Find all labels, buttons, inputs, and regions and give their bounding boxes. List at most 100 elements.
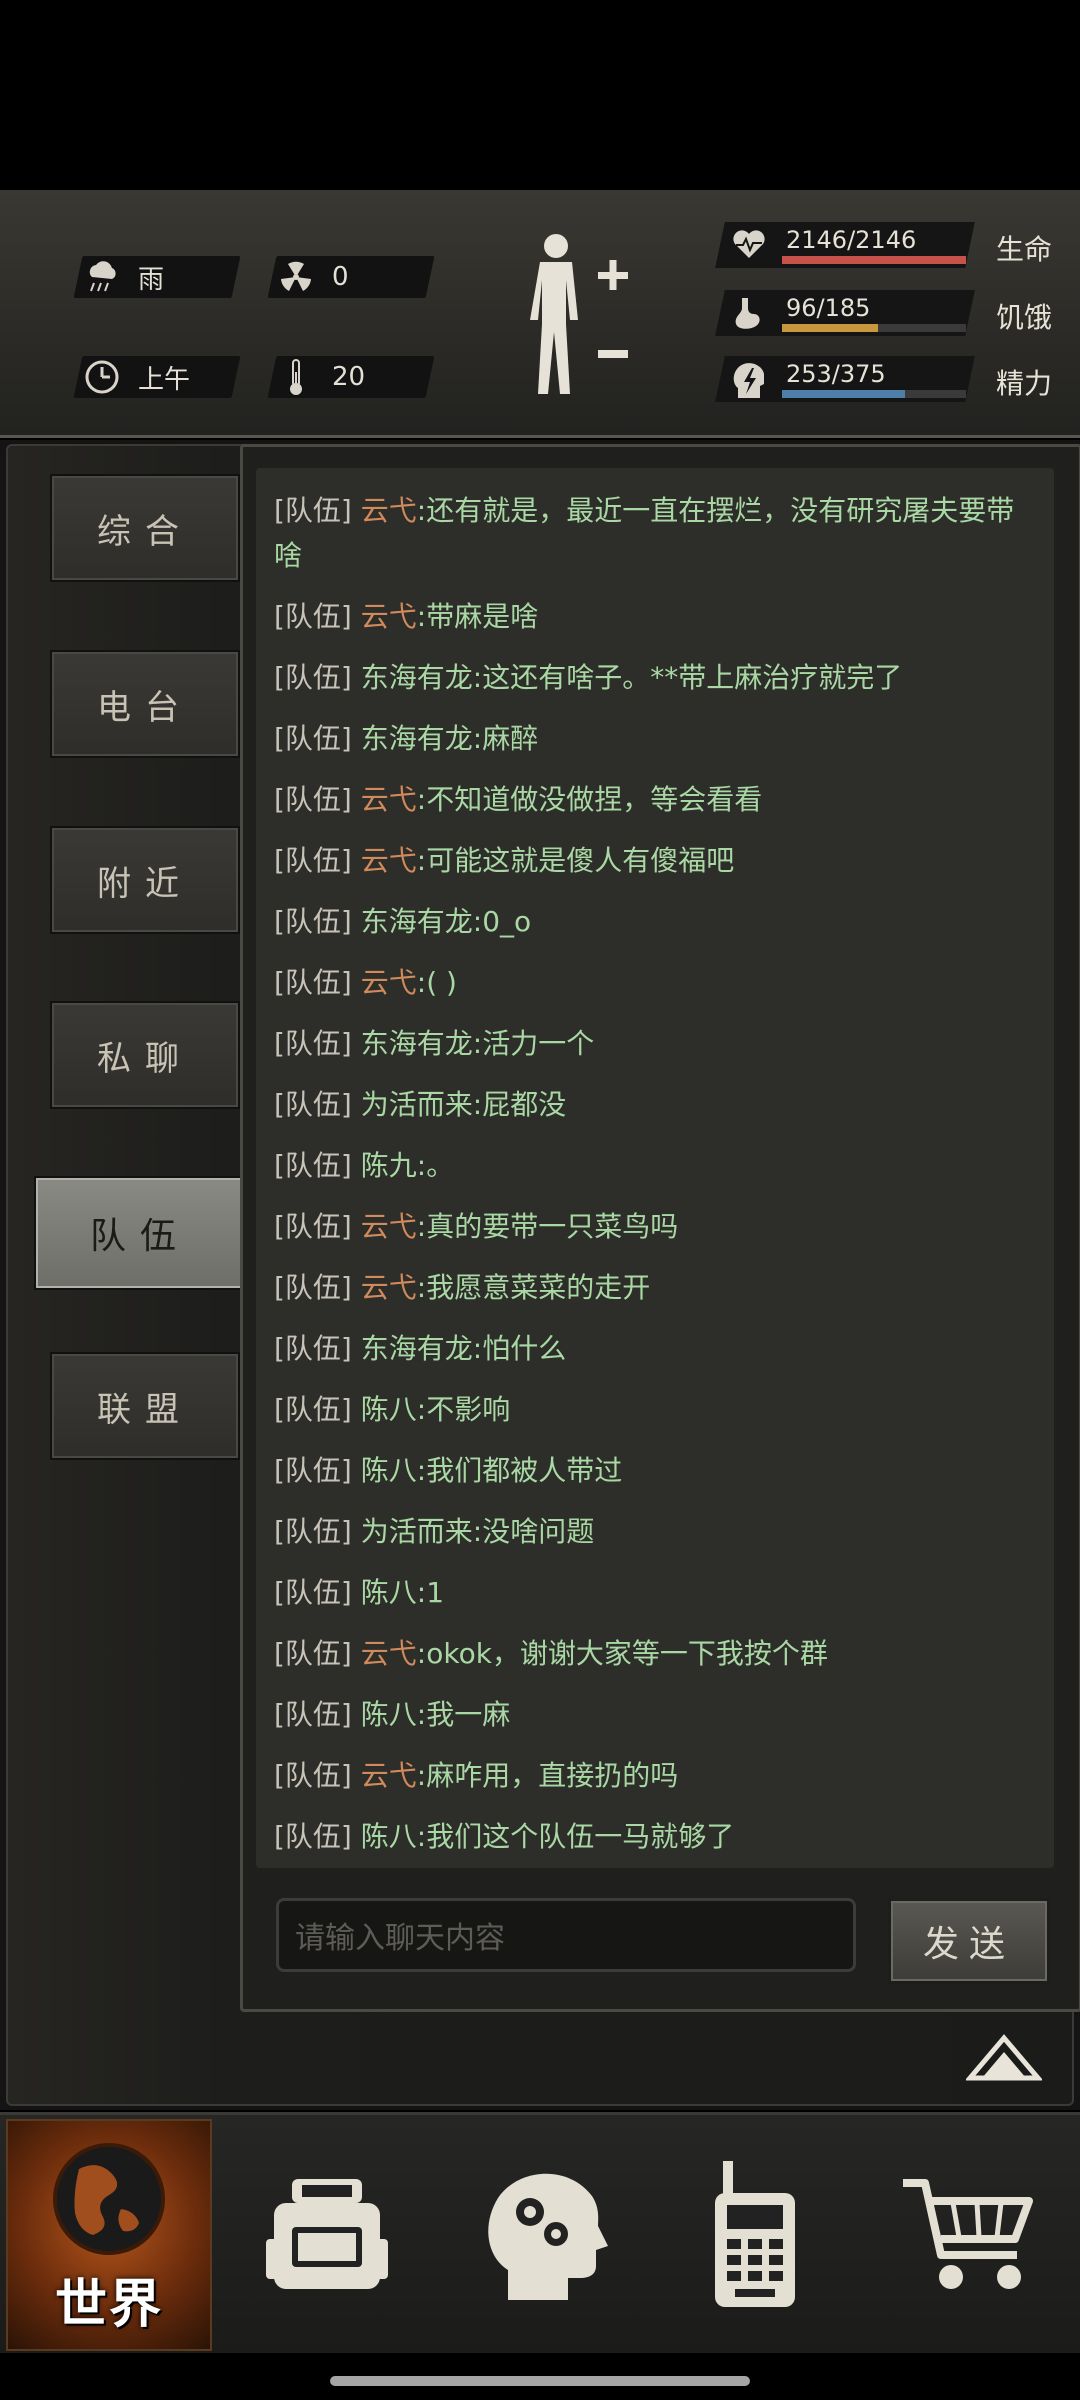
message-text: :okok，谢谢大家等一下我按个群 bbox=[416, 1637, 828, 1670]
message-channel: [队伍] bbox=[274, 1759, 352, 1792]
chat-message: [队伍] 为活而来:屁都没 bbox=[256, 1082, 1054, 1127]
message-channel: [队伍] bbox=[274, 844, 352, 877]
temperature-value: 20 bbox=[332, 362, 366, 392]
stomach-icon bbox=[732, 296, 766, 330]
message-sender[interactable]: 陈八 bbox=[361, 1820, 417, 1853]
message-channel: [队伍] bbox=[274, 1454, 352, 1487]
message-sender[interactable]: 云弋 bbox=[361, 494, 417, 527]
message-text: :我一麻 bbox=[416, 1698, 511, 1731]
message-sender[interactable]: 为活而来 bbox=[361, 1515, 473, 1548]
message-sender[interactable]: 云弋 bbox=[361, 1271, 417, 1304]
message-sender[interactable]: 云弋 bbox=[361, 966, 417, 999]
chat-message: [队伍] 云弋:还有就是，最近一直在摆烂，没有研究屠夫要带啥 bbox=[256, 488, 1054, 578]
chat-message-area[interactable]: [队伍] 云弋:还有就是，最近一直在摆烂，没有研究屠夫要带啥 [队伍] 云弋:带麻… bbox=[256, 468, 1054, 1868]
chat-message: [队伍] 云弋:( ) bbox=[256, 960, 1054, 1005]
message-sender[interactable]: 陈九 bbox=[361, 1149, 417, 1182]
chat-message: [队伍] 陈八:我们都被人带过 bbox=[256, 1448, 1054, 1493]
body-status-figure[interactable] bbox=[520, 232, 630, 402]
message-sender[interactable]: 为活而来 bbox=[361, 1088, 473, 1121]
nav-world-label: 世界 bbox=[54, 2275, 163, 2335]
message-channel: [队伍] bbox=[274, 783, 352, 816]
chat-message: [队伍] 东海有龙:这还有啥子。**带上麻治疗就完了 bbox=[256, 655, 1054, 700]
backpack-icon bbox=[266, 2179, 388, 2289]
energy-bar: 253/375 精力 bbox=[715, 356, 1060, 406]
message-text: :怕什么 bbox=[472, 1332, 567, 1365]
message-sender[interactable]: 陈八 bbox=[361, 1454, 417, 1487]
energy-fill bbox=[782, 390, 906, 398]
message-sender[interactable]: 东海有龙 bbox=[361, 722, 473, 755]
message-sender[interactable]: 云弋 bbox=[361, 1637, 417, 1670]
health-bar: 2146/2146 生命 bbox=[715, 222, 1060, 272]
nav-backpack[interactable] bbox=[232, 2115, 422, 2353]
send-button[interactable]: 发送 bbox=[888, 1898, 1050, 1984]
message-sender[interactable]: 陈八 bbox=[361, 1698, 417, 1731]
chat-message: [队伍] 陈九:。 bbox=[256, 1143, 1054, 1188]
energy-value: 253/375 bbox=[786, 360, 886, 388]
message-text: :( ) bbox=[416, 966, 457, 999]
message-text: :带麻是啥 bbox=[416, 600, 539, 633]
chat-message: [队伍] 陈八:我们这个队伍一马就够了 bbox=[256, 1814, 1054, 1859]
tab-alliance[interactable]: 联盟 bbox=[50, 1352, 240, 1460]
weather-chip: 雨 bbox=[73, 256, 241, 298]
tab-radio[interactable]: 电台 bbox=[50, 650, 240, 758]
tab-general[interactable]: 综合 bbox=[50, 474, 240, 582]
message-channel: [队伍] bbox=[274, 1088, 352, 1121]
message-sender[interactable]: 云弋 bbox=[361, 1210, 417, 1243]
hunger-value: 96/185 bbox=[786, 294, 871, 322]
chat-input[interactable]: 请输入聊天内容 bbox=[276, 1898, 856, 1972]
heart-icon bbox=[732, 228, 766, 262]
message-channel: [队伍] bbox=[274, 1332, 352, 1365]
thermometer-icon bbox=[272, 358, 320, 396]
message-channel: [队伍] bbox=[274, 1210, 352, 1243]
skills-head-icon bbox=[488, 2173, 608, 2300]
rain-cloud-icon bbox=[78, 261, 126, 293]
message-channel: [队伍] bbox=[274, 1637, 352, 1670]
message-channel: [队伍] bbox=[274, 966, 352, 999]
hunger-label: 饥饿 bbox=[996, 301, 1053, 334]
nav-skills[interactable] bbox=[448, 2115, 638, 2353]
message-text: :1 bbox=[416, 1576, 445, 1609]
tab-nearby[interactable]: 附近 bbox=[50, 826, 240, 934]
message-text: :屁都没 bbox=[472, 1088, 567, 1121]
message-channel: [队伍] bbox=[274, 722, 352, 755]
message-sender[interactable]: 云弋 bbox=[361, 844, 417, 877]
health-label: 生命 bbox=[996, 233, 1053, 266]
message-sender[interactable]: 东海有龙 bbox=[361, 661, 473, 694]
clock-icon bbox=[78, 359, 126, 395]
message-sender[interactable]: 陈八 bbox=[361, 1576, 417, 1609]
tab-private[interactable]: 私聊 bbox=[50, 1001, 240, 1109]
time-chip: 上午 bbox=[73, 356, 241, 398]
chat-message: [队伍] 东海有龙:0_o bbox=[256, 899, 1054, 944]
message-sender[interactable]: 云弋 bbox=[361, 600, 417, 633]
message-list: [队伍] 云弋:还有就是，最近一直在摆烂，没有研究屠夫要带啥 [队伍] 云弋:带麻… bbox=[256, 468, 1054, 1859]
energy-label: 精力 bbox=[996, 367, 1053, 400]
bottom-nav: 世界 bbox=[0, 2112, 1080, 2353]
radiation-value: 0 bbox=[332, 262, 349, 292]
message-text: :真的要带一只菜鸟吗 bbox=[416, 1210, 679, 1243]
status-panel: 雨 0 上午 20 2146/2146 生命 96/185 饥饿 253/375… bbox=[0, 190, 1080, 438]
chat-message: [队伍] 云弋:麻咋用，直接扔的吗 bbox=[256, 1753, 1054, 1798]
chat-message: [队伍] 云弋:可能这就是傻人有傻福吧 bbox=[256, 838, 1054, 883]
head-lightning-icon bbox=[732, 362, 766, 398]
message-sender[interactable]: 云弋 bbox=[361, 1759, 417, 1792]
message-sender[interactable]: 东海有龙 bbox=[361, 905, 473, 938]
message-channel: [队伍] bbox=[274, 494, 352, 527]
home-indicator[interactable] bbox=[330, 2376, 750, 2386]
nav-radio[interactable] bbox=[660, 2115, 850, 2353]
message-channel: [队伍] bbox=[274, 1271, 352, 1304]
message-text: :这还有啥子。**带上麻治疗就完了 bbox=[472, 661, 903, 694]
chat-message: [队伍] 陈八:我一麻 bbox=[256, 1692, 1054, 1737]
nav-shop[interactable] bbox=[872, 2115, 1062, 2353]
nav-world[interactable]: 世界 bbox=[6, 2119, 212, 2351]
message-text: :。 bbox=[416, 1149, 455, 1182]
message-sender[interactable]: 云弋 bbox=[361, 783, 417, 816]
message-sender[interactable]: 东海有龙 bbox=[361, 1332, 473, 1365]
collapse-up-icon[interactable] bbox=[964, 2034, 1044, 2082]
message-sender[interactable]: 陈八 bbox=[361, 1393, 417, 1426]
chat-message: [队伍] 东海有龙:麻醉 bbox=[256, 716, 1054, 761]
tab-team[interactable]: 队伍 bbox=[34, 1176, 246, 1290]
chat-message: [队伍] 云弋:带麻是啥 bbox=[256, 594, 1054, 639]
message-channel: [队伍] bbox=[274, 661, 352, 694]
message-sender[interactable]: 东海有龙 bbox=[361, 1027, 473, 1060]
message-channel: [队伍] bbox=[274, 1698, 352, 1731]
